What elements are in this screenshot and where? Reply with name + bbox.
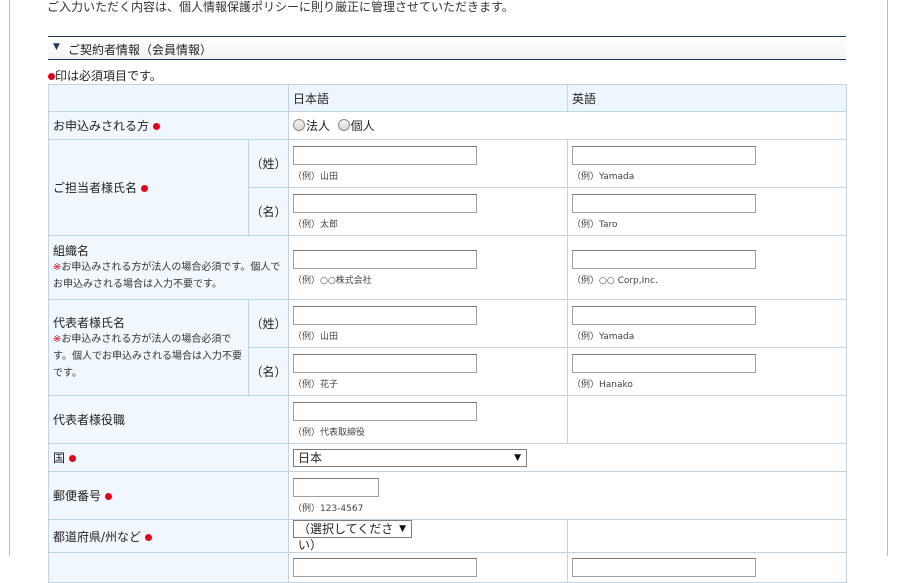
representative-note: ※お申込みされる方が法人の場合必須です。個人でお申込みされる場合は入力不要です。 [53, 333, 242, 379]
required-note: 印は必須項目です。 [48, 67, 162, 84]
contact-first-name-sublabel: （名） [248, 187, 289, 236]
row-representative-last-name: 代表者様氏名 ※お申込みされる方が法人の場合必須です。個人でお申込みされる場合は… [48, 299, 847, 396]
required-dot-icon [48, 73, 55, 80]
header-english: 英語 [567, 84, 847, 112]
required-dot-icon [144, 533, 152, 541]
applicant-type-label: お申込みされる方 [48, 111, 289, 140]
applicant-type-options: 法人 個人 [288, 111, 847, 140]
contact-first-name-ja-input[interactable] [293, 193, 477, 213]
representative-first-name-en-example: （例）Hanako [572, 379, 633, 390]
row-postal-code: 郵便番号 （例）123-4567 [48, 471, 847, 520]
prefecture-label: 都道府県/州など [48, 519, 289, 553]
organization-en-example: （例）○○ Corp,Inc. [572, 275, 658, 286]
contact-last-name-ja-input[interactable] [293, 145, 477, 165]
prefecture-selected-value: （選択してください） [298, 522, 394, 552]
representative-first-name-ja-input[interactable] [293, 353, 477, 373]
contact-last-name-sublabel: （姓） [248, 139, 289, 188]
row-country: 国 日本 ▼ [48, 443, 847, 472]
address-en-input[interactable] [572, 558, 756, 577]
postal-code-example: （例）123-4567 [293, 503, 364, 514]
representative-first-name-ja-example: （例）花子 [293, 379, 339, 390]
row-address-partial [48, 552, 847, 583]
row-applicant-type: お申込みされる方 法人 個人 [48, 111, 847, 140]
organization-ja-example: （例）○○株式会社 [293, 275, 372, 286]
representative-title-ja-example: （例）代表取締役 [293, 427, 366, 438]
header-blank [48, 84, 289, 112]
representative-first-name-en-input[interactable] [572, 353, 756, 373]
contact-first-name-ja-example: （例）太郎 [293, 219, 339, 230]
row-prefecture: 都道府県/州など （選択してください） ▼ [48, 519, 847, 553]
contact-last-name-ja-example: （例）山田 [293, 171, 339, 182]
country-select[interactable]: 日本 ▼ [293, 448, 527, 467]
representative-first-name-sublabel: （名） [248, 347, 289, 396]
triangle-down-icon: ▼ [53, 42, 60, 52]
organization-note: ※お申込みされる方が法人の場合必須です。個人でお申込みされる場合は入力不要です。 [53, 262, 281, 290]
section-title: ご契約者情報（会員情報） [68, 43, 213, 57]
representative-last-name-en-example: （例）Yamada [572, 331, 635, 342]
individual-radio[interactable] [337, 119, 350, 131]
dropdown-arrow-icon: ▼ [514, 452, 521, 463]
postal-code-input[interactable] [293, 477, 379, 497]
address-label-cell [48, 552, 289, 583]
country-label: 国 [48, 443, 289, 472]
row-representative-title: 代表者様役職 （例）代表取締役 [48, 395, 847, 444]
organization-ja-input[interactable] [293, 249, 477, 269]
required-dot-icon [152, 123, 160, 130]
representative-name-label-cell: 代表者様氏名 ※お申込みされる方が法人の場合必須です。個人でお申込みされる場合は… [48, 299, 249, 396]
representative-title-label: 代表者様役職 [48, 395, 289, 444]
contact-first-name-en-example: （例）Taro [572, 219, 618, 230]
representative-last-name-ja-example: （例）山田 [293, 331, 339, 342]
header-japanese: 日本語 [288, 84, 568, 112]
prefecture-select[interactable]: （選択してください） ▼ [293, 520, 412, 552]
dropdown-arrow-icon: ▼ [399, 524, 406, 534]
table-header-row: 日本語 英語 [48, 84, 847, 112]
corporation-radio-label[interactable]: 法人 [306, 119, 330, 133]
representative-last-name-sublabel: （姓） [248, 299, 289, 348]
representative-name-label: 代表者様氏名 [53, 315, 126, 330]
required-dot-icon [140, 185, 148, 192]
organization-label: 組織名 [53, 244, 90, 258]
representative-last-name-ja-input[interactable] [293, 305, 477, 325]
prefecture-en-empty [567, 519, 847, 553]
representative-last-name-en-input[interactable] [572, 305, 756, 325]
organization-en-input[interactable] [572, 249, 756, 269]
required-note-text: 印は必須項目です。 [55, 69, 162, 83]
country-selected-value: 日本 [298, 450, 323, 465]
individual-radio-label[interactable]: 個人 [351, 119, 375, 133]
required-dot-icon [68, 455, 76, 462]
postal-code-label: 郵便番号 [48, 471, 289, 520]
contact-last-name-en-example: （例）Yamada [572, 171, 635, 182]
contractor-form-table: 日本語 英語 お申込みされる方 法人 個人 ご担当者様氏名 （姓） （例）山田 … [48, 84, 847, 583]
representative-title-ja-input[interactable] [293, 401, 477, 421]
contact-last-name-en-input[interactable] [572, 145, 756, 165]
intro-text: ご入力いただく内容は、個人情報保護ポリシーに則り厳正に管理させていただきます。 [47, 0, 514, 14]
address-ja-input[interactable] [293, 558, 477, 577]
row-organization: 組織名 ※お申込みされる方が法人の場合必須です。個人でお申込みされる場合は入力不… [48, 235, 847, 300]
representative-title-en-empty [567, 395, 847, 444]
row-contact-last-name: ご担当者様氏名 （姓） （例）山田 （例）Yamada [48, 139, 847, 236]
corporation-radio[interactable] [293, 119, 305, 131]
contact-first-name-en-input[interactable] [572, 193, 756, 213]
organization-label-cell: 組織名 ※お申込みされる方が法人の場合必須です。個人でお申込みされる場合は入力不… [48, 235, 289, 300]
required-dot-icon [104, 493, 112, 500]
contact-name-label: ご担当者様氏名 [48, 139, 249, 236]
section-header-contractor[interactable]: ▼ ご契約者情報（会員情報） [48, 36, 846, 60]
